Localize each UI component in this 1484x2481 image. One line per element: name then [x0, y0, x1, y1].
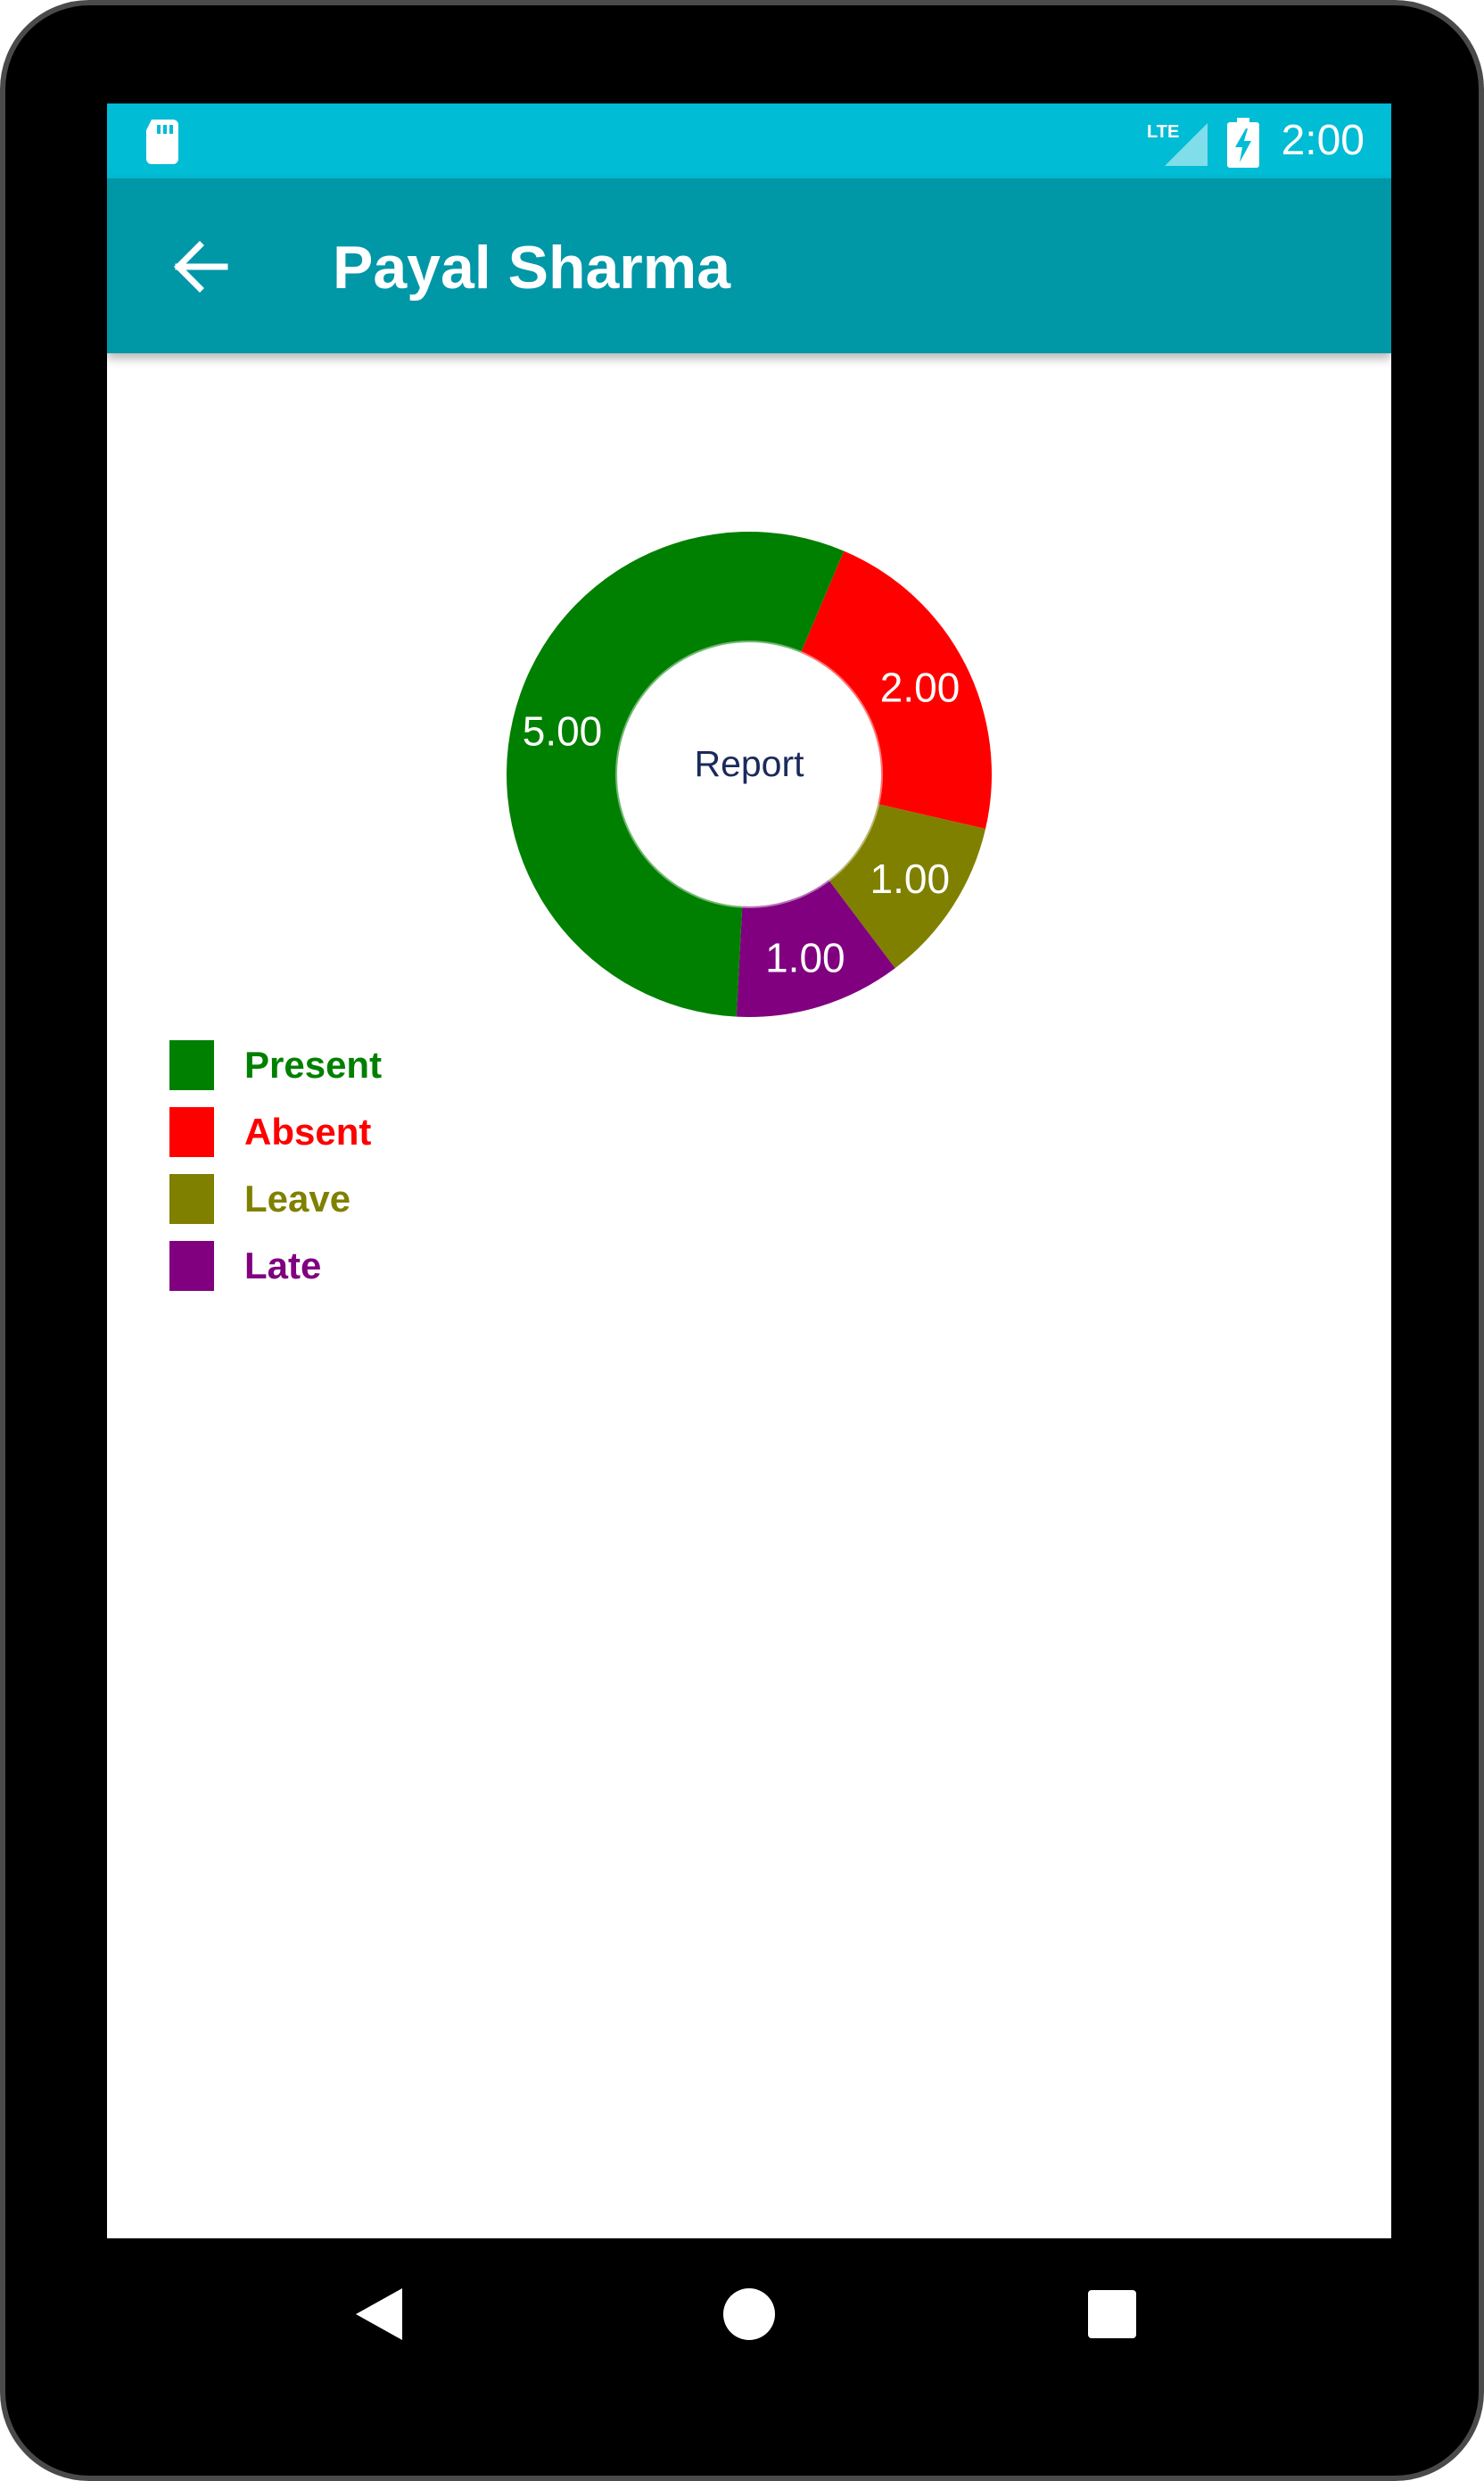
app-bar: Payal Sharma: [107, 178, 1391, 353]
tablet-frame: LTE 2:00 Payal Sharma Report 2.00 1.00 1.0…: [0, 0, 1484, 2481]
page-title: Payal Sharma: [333, 234, 731, 302]
lte-signal-icon: LTE: [1147, 122, 1208, 166]
navigation-bar: [107, 2238, 1391, 2390]
home-circle-icon[interactable]: [709, 2274, 789, 2354]
legend-label: Present: [244, 1044, 383, 1086]
back-triangle-icon[interactable]: [342, 2274, 422, 2354]
slice-value-label-leave: 1.00: [870, 856, 951, 902]
sd-card-icon: [146, 120, 178, 164]
slice-value-label-late: 1.00: [765, 935, 845, 981]
legend-swatch: [169, 1174, 214, 1224]
network-label: LTE: [1147, 122, 1179, 142]
slice-value-label-present: 5.00: [523, 708, 603, 755]
legend-label: Leave: [244, 1178, 351, 1220]
slice-value-label-absent: 2.00: [880, 664, 960, 710]
screen: LTE 2:00 Payal Sharma Report 2.00 1.00 1.0…: [107, 103, 1391, 2238]
battery-charging-icon: [1227, 118, 1259, 168]
arrow-back-icon[interactable]: [161, 227, 241, 307]
status-bar: LTE 2:00: [107, 103, 1391, 178]
legend-swatch: [169, 1040, 214, 1090]
report-donut-chart: Report 2.00 1.00 1.00 5.00: [507, 532, 992, 1017]
status-time: 2:00: [1281, 117, 1364, 164]
legend-swatch: [169, 1107, 214, 1157]
chart-center-label: Report: [694, 743, 804, 784]
recents-square-icon[interactable]: [1072, 2274, 1152, 2354]
legend-swatch: [169, 1241, 214, 1291]
legend-label: Absent: [244, 1111, 372, 1153]
legend-label: Late: [244, 1245, 322, 1286]
